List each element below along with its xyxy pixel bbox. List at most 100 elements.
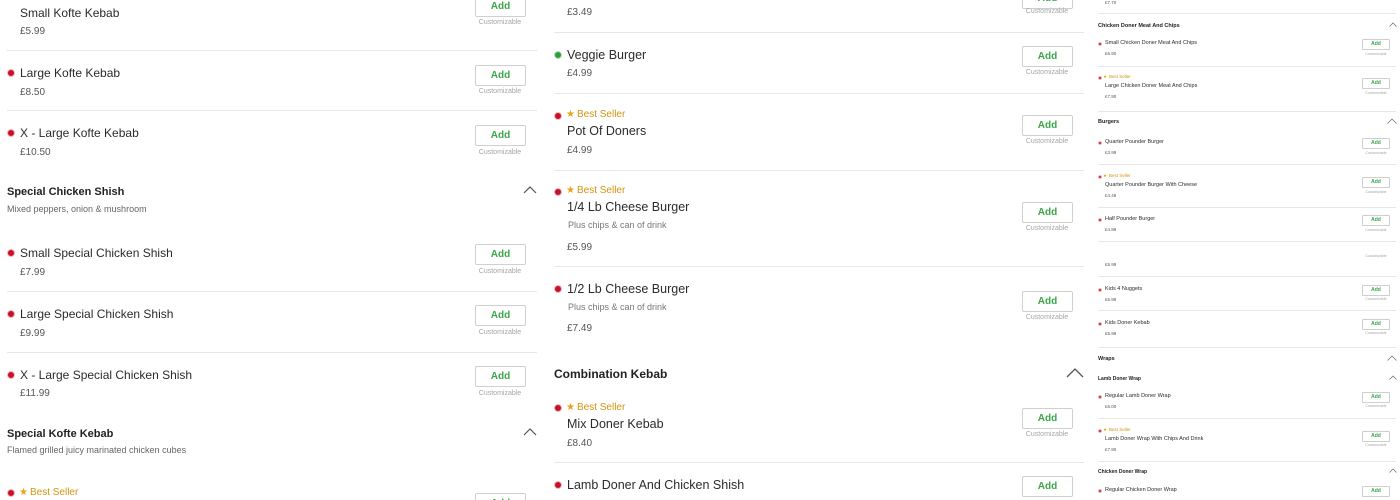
item-name: Lamb Doner Wrap With Chips And Drink <box>1105 436 1204 442</box>
star-icon: ★ <box>1103 173 1108 178</box>
best-seller-badge: ★ Best Seller <box>1103 427 1131 432</box>
customizable-label: Customizable <box>1365 228 1387 232</box>
add-button[interactable]: Add <box>1022 291 1073 312</box>
non-veg-icon <box>1098 76 1102 80</box>
item-name: Mix Doner Kebab <box>567 417 664 431</box>
divider <box>554 32 1084 33</box>
customizable-label: Customizable <box>1365 331 1387 335</box>
add-button[interactable]: Add <box>1362 215 1390 226</box>
add-button[interactable]: Add <box>1022 46 1073 67</box>
item-price: £5.99 <box>1105 262 1117 267</box>
chevron-up-icon[interactable] <box>1387 118 1397 124</box>
item-description: Plus chips & can of drink <box>568 220 667 230</box>
item-price: £5.99 <box>567 242 593 253</box>
divider <box>554 93 1084 94</box>
add-button[interactable]: Add <box>475 366 526 387</box>
item-price: £5.99 <box>1105 331 1117 336</box>
add-button[interactable]: Add <box>1022 115 1073 136</box>
best-seller-badge: ★ Best Seller <box>1103 173 1131 178</box>
item-name: Regular Lamb Doner Wrap <box>1105 393 1171 399</box>
customizable-label: Customizable <box>478 88 522 95</box>
section-title: Special Chicken Shish <box>7 186 125 198</box>
best-seller-badge: ★ Best Seller <box>19 487 79 498</box>
add-button[interactable]: Add <box>1362 78 1390 89</box>
chevron-up-icon[interactable] <box>1066 367 1084 378</box>
section-title: Combination Kebab <box>554 367 668 381</box>
add-button[interactable]: Add <box>1362 138 1390 149</box>
non-veg-icon <box>554 188 562 196</box>
add-button[interactable]: Add <box>1362 39 1390 50</box>
add-button[interactable]: Add <box>475 493 526 500</box>
customizable-label: Customizable <box>1025 8 1069 15</box>
add-button[interactable]: Add <box>475 125 526 146</box>
item-price: £7.70 <box>1105 0 1117 5</box>
star-icon: ★ <box>1103 74 1108 79</box>
non-veg-icon <box>1098 218 1102 222</box>
item-price: £4.99 <box>567 68 593 79</box>
item-price: £4.99 <box>567 145 593 156</box>
item-name: Large Kofte Kebab <box>20 66 121 80</box>
non-veg-icon <box>7 129 15 137</box>
divider <box>1098 111 1396 112</box>
chevron-up-icon[interactable] <box>523 185 537 194</box>
customizable-label: Customizable <box>1025 69 1069 76</box>
item-price: £4.99 <box>1105 227 1117 232</box>
section-title: Chicken Doner Meat And Chips <box>1098 23 1180 29</box>
non-veg-icon <box>554 404 562 412</box>
customizable-label: Customizable <box>1025 431 1069 438</box>
customizable-label: Customizable <box>478 19 522 26</box>
subsection-title: Lamb Doner Wrap <box>1098 376 1141 382</box>
chevron-up-icon[interactable] <box>1389 375 1397 380</box>
divider <box>7 50 537 51</box>
chevron-up-icon[interactable] <box>1389 468 1397 473</box>
item-name: Quarter Pounder Burger With Cheese <box>1105 182 1198 188</box>
star-icon: ★ <box>566 109 575 120</box>
add-button[interactable]: Add <box>1362 392 1390 403</box>
add-button[interactable]: Add <box>1362 319 1390 330</box>
add-button[interactable]: Add <box>1362 177 1390 188</box>
divider <box>554 266 1084 267</box>
add-button[interactable]: Add <box>1362 431 1390 442</box>
subsection-title: Chicken Doner Wrap <box>1098 469 1148 475</box>
chevron-up-icon[interactable] <box>523 427 537 436</box>
veg-icon <box>554 51 562 59</box>
add-button[interactable]: Add <box>475 0 526 17</box>
add-button[interactable]: Add <box>1362 285 1390 296</box>
add-button[interactable]: Add <box>1022 476 1073 497</box>
item-name: 1/4 Lb Cheese Burger <box>567 200 690 214</box>
add-button[interactable]: Add <box>1362 486 1390 497</box>
divider <box>1098 461 1396 462</box>
non-veg-icon <box>7 249 15 257</box>
non-veg-icon <box>1098 42 1102 46</box>
add-button[interactable]: Add <box>1022 408 1073 429</box>
add-button[interactable]: Add <box>475 244 526 265</box>
customizable-label: Customizable <box>478 149 522 156</box>
customizable-label: Customizable <box>1365 190 1387 194</box>
item-price: £3.99 <box>1105 150 1117 155</box>
item-name: Veggie Burger <box>567 48 647 62</box>
chevron-up-icon[interactable] <box>1389 22 1397 27</box>
item-price: £5.99 <box>1105 297 1117 302</box>
item-name: Small Chicken Doner Meat And Chips <box>1105 40 1198 46</box>
section-title: Burgers <box>1098 119 1120 125</box>
non-veg-icon <box>554 112 562 120</box>
star-icon: ★ <box>566 185 575 196</box>
divider <box>7 110 537 111</box>
customizable-label: Customizable <box>478 268 522 275</box>
customizable-label: Customizable <box>1025 225 1069 232</box>
customizable-label: Customizable <box>1365 404 1387 408</box>
item-price: £7.90 <box>1105 94 1117 99</box>
best-seller-badge: ★ Best Seller <box>566 402 626 413</box>
customizable-label: Customizable <box>1025 138 1069 145</box>
non-veg-icon <box>1098 175 1102 179</box>
item-name: Large Chicken Doner Meat And Chips <box>1105 83 1198 89</box>
divider <box>1098 164 1396 165</box>
item-price: £6.00 <box>1105 404 1117 409</box>
add-button[interactable]: Add <box>1022 202 1073 223</box>
item-price: £8.50 <box>20 87 46 98</box>
section-title: Wraps <box>1098 356 1115 362</box>
chevron-up-icon[interactable] <box>1387 355 1397 361</box>
add-button[interactable]: Add <box>475 65 526 86</box>
add-button[interactable]: Add <box>475 305 526 326</box>
divider <box>554 170 1084 171</box>
